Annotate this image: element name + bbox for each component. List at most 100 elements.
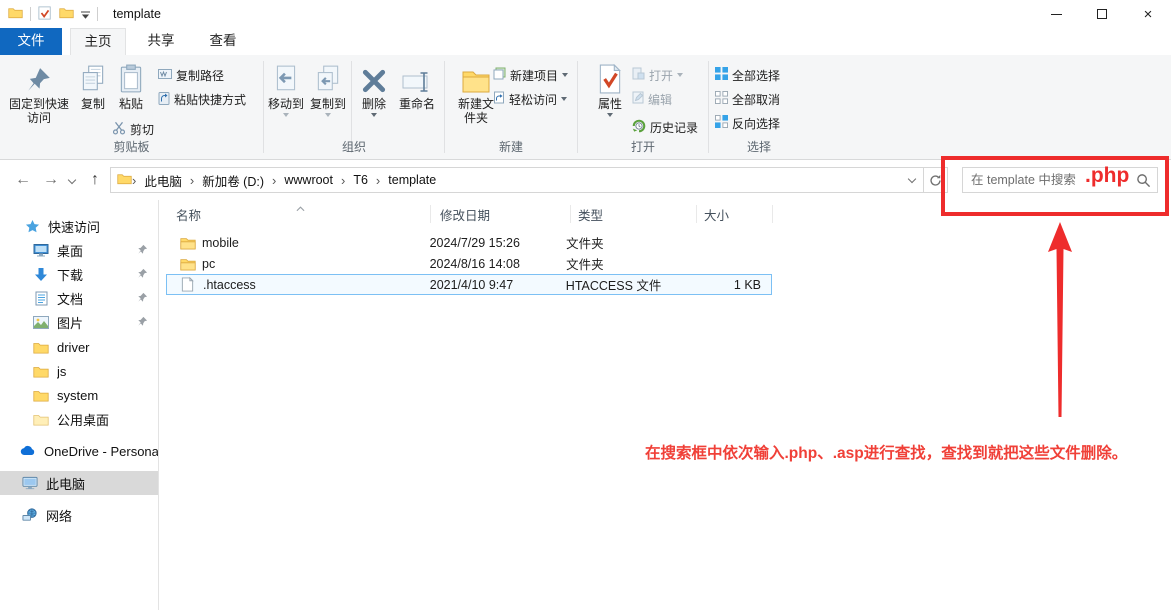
- cut-button[interactable]: 剪切: [112, 119, 154, 139]
- folder-icon: [180, 257, 196, 271]
- file-row-htaccess[interactable]: .htaccess 2021/4/10 9:47 HTACCESS 文件 1 K…: [166, 274, 772, 295]
- column-divider[interactable]: [772, 205, 773, 223]
- properties-check-icon[interactable]: [38, 6, 52, 23]
- copy-to-icon: [315, 60, 341, 94]
- address-dropdown-chevron-icon[interactable]: [908, 175, 916, 183]
- sidebar-item-driver[interactable]: driver: [0, 335, 158, 359]
- column-divider[interactable]: [430, 205, 431, 223]
- tab-home[interactable]: 主页: [70, 28, 126, 55]
- column-divider[interactable]: [570, 205, 571, 223]
- onedrive-cloud-icon: [20, 443, 36, 459]
- toolbar-separator: [30, 7, 31, 21]
- new-group-label: 新建: [445, 138, 577, 155]
- sidebar-item-system[interactable]: system: [0, 383, 158, 407]
- column-divider[interactable]: [696, 205, 697, 223]
- file-name: .htaccess: [203, 278, 430, 292]
- breadcrumb-drive-d[interactable]: 新加卷 (D:): [194, 171, 272, 190]
- move-to-icon: [273, 60, 299, 94]
- properties-button[interactable]: 属性: [590, 60, 630, 117]
- toolbar-customize-chevron-icon[interactable]: [81, 7, 90, 22]
- sidebar-item-public-desktop[interactable]: 公用桌面: [0, 407, 158, 431]
- properties-icon: [598, 60, 622, 94]
- sidebar-item-documents[interactable]: 文档: [0, 286, 158, 310]
- sidebar-item-onedrive[interactable]: OneDrive - Persona: [0, 439, 158, 463]
- folder-icon: [33, 363, 49, 379]
- paste-shortcut-button[interactable]: 粘贴快捷方式: [158, 89, 246, 109]
- file-row-pc[interactable]: pc 2024/8/16 14:08 文件夹: [166, 253, 772, 274]
- driver-label: driver: [57, 340, 90, 355]
- quick-access-label: 快速访问: [48, 217, 100, 236]
- up-button[interactable]: ↑: [84, 160, 106, 200]
- edit-button[interactable]: 编辑: [632, 89, 672, 109]
- ribbon: 固定到快速访问 复制 粘贴 复制路径 粘贴快捷方式 剪切 剪贴: [0, 55, 1171, 160]
- minimize-button[interactable]: [1033, 0, 1079, 28]
- network-icon: [22, 507, 38, 523]
- up-arrow-icon: ↑: [91, 171, 99, 189]
- select-none-icon: [715, 91, 728, 107]
- copy-path-button[interactable]: 复制路径: [158, 65, 224, 85]
- easy-access-button[interactable]: 轻松访问: [493, 89, 567, 109]
- move-to-button[interactable]: 移动到: [265, 60, 307, 117]
- new-folder-toolbar-icon[interactable]: [59, 6, 74, 22]
- invert-selection-icon: [715, 115, 728, 131]
- close-button[interactable]: ×: [1125, 0, 1171, 28]
- address-bar[interactable]: › 此电脑 › 新加卷 (D:) › wwwroot › T6 › templa…: [110, 167, 948, 193]
- paste-button[interactable]: 粘贴: [110, 60, 152, 111]
- breadcrumb-t6[interactable]: T6: [345, 173, 376, 187]
- pushpin-icon: [26, 60, 52, 94]
- select-group-label: 选择: [709, 138, 809, 155]
- delete-button[interactable]: 删除: [356, 60, 392, 117]
- sidebar-item-this-pc[interactable]: 此电脑: [0, 471, 158, 495]
- copy-path-icon: [158, 68, 172, 83]
- title-bar: template ×: [0, 0, 1171, 28]
- folder-icon: [33, 339, 49, 355]
- this-pc-label: 此电脑: [46, 474, 85, 493]
- easy-access-icon: [493, 91, 505, 107]
- open-group-label: 打开: [578, 138, 708, 155]
- maximize-icon: [1097, 9, 1107, 19]
- recent-locations-button[interactable]: [64, 160, 80, 200]
- file-date: 2021/4/10 9:47: [430, 278, 566, 292]
- copy-to-button[interactable]: 复制到: [307, 60, 349, 117]
- back-button[interactable]: ←: [12, 160, 34, 200]
- onedrive-label: OneDrive - Persona: [44, 444, 158, 459]
- history-button[interactable]: 历史记录: [632, 117, 698, 137]
- annotation-arrow-icon: [1040, 222, 1080, 422]
- column-header-date-modified[interactable]: 修改日期: [440, 202, 570, 226]
- dropdown-caret-icon: [677, 73, 683, 77]
- invert-selection-button[interactable]: 反向选择: [715, 113, 780, 133]
- js-label: js: [57, 364, 66, 379]
- maximize-button[interactable]: [1079, 0, 1125, 28]
- documents-label: 文档: [57, 289, 83, 308]
- select-none-button[interactable]: 全部取消: [715, 89, 780, 109]
- sidebar-item-pictures[interactable]: 图片: [0, 310, 158, 334]
- forward-button[interactable]: →: [40, 160, 62, 200]
- pin-to-quick-access-button[interactable]: 固定到快速访问: [8, 60, 70, 125]
- breadcrumb-wwwroot[interactable]: wwwroot: [276, 173, 341, 187]
- breadcrumb-this-pc[interactable]: 此电脑: [136, 171, 190, 190]
- file-row-mobile[interactable]: mobile 2024/7/29 15:26 文件夹: [166, 232, 772, 253]
- new-item-button[interactable]: 新建项目: [493, 65, 568, 85]
- rename-button[interactable]: 重命名: [392, 60, 442, 111]
- sidebar-item-desktop[interactable]: 桌面: [0, 238, 158, 262]
- tab-file[interactable]: 文件: [0, 28, 62, 55]
- column-header-name[interactable]: 名称: [176, 202, 430, 226]
- pin-to-quick-access-label: 固定到快速访问: [8, 97, 70, 125]
- new-item-icon: [493, 67, 506, 83]
- tab-view[interactable]: 查看: [196, 28, 250, 55]
- tab-share[interactable]: 共享: [134, 28, 188, 55]
- open-button[interactable]: 打开: [632, 65, 683, 85]
- sidebar-item-downloads[interactable]: 下载: [0, 262, 158, 286]
- file-icon: [181, 277, 197, 292]
- column-header-size[interactable]: 大小: [704, 202, 772, 226]
- breadcrumb-template[interactable]: template: [380, 173, 444, 187]
- ribbon-group-clipboard: 固定到快速访问 复制 粘贴 复制路径 粘贴快捷方式 剪切 剪贴: [0, 55, 263, 159]
- sidebar-item-network[interactable]: 网络: [0, 503, 158, 527]
- select-all-button[interactable]: 全部选择: [715, 65, 780, 85]
- download-arrow-icon: [33, 266, 49, 282]
- system-label: system: [57, 388, 98, 403]
- copy-button[interactable]: 复制: [74, 60, 112, 111]
- sidebar-item-js[interactable]: js: [0, 359, 158, 383]
- column-header-type[interactable]: 类型: [578, 202, 696, 226]
- sidebar-item-quick-access[interactable]: 快速访问: [0, 214, 158, 238]
